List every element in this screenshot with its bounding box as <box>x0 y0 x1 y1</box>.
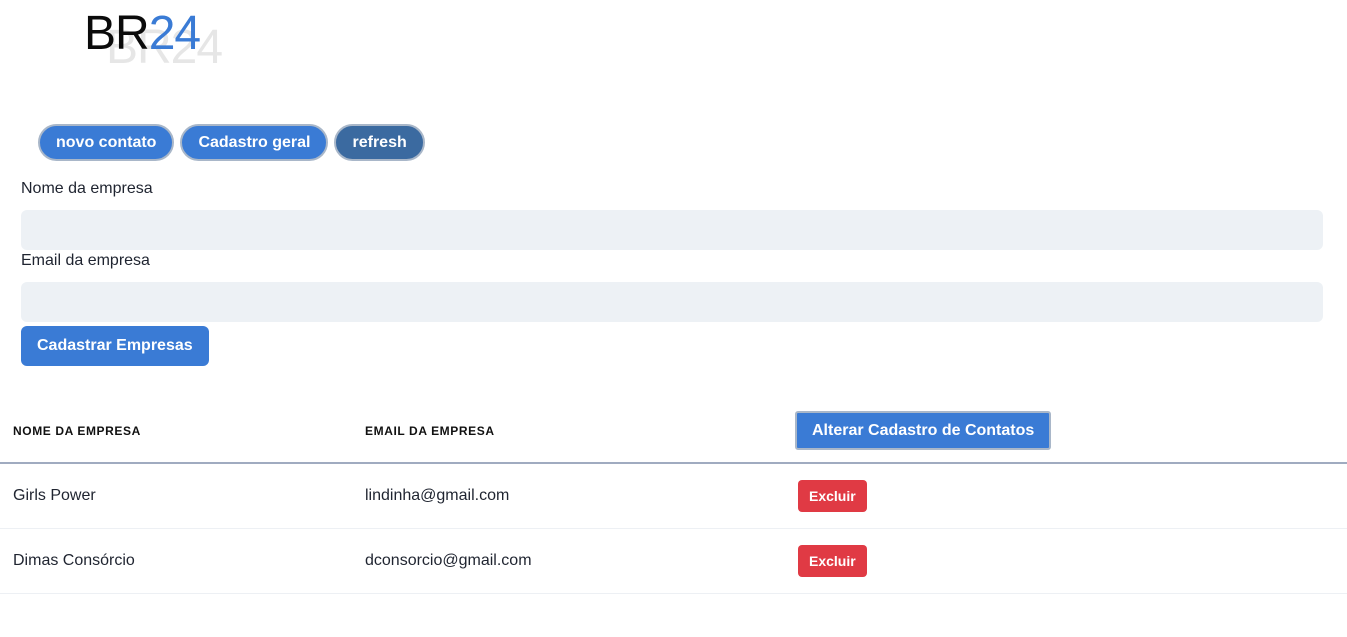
top-nav: novo contato Cadastro geral refresh <box>38 124 425 161</box>
logo-text: BR24 <box>84 7 201 60</box>
column-header-email: EMAIL DA EMPRESA <box>365 424 495 438</box>
company-name-label: Nome da empresa <box>21 180 153 197</box>
row-company-name: Girls Power <box>13 487 96 504</box>
excluir-button[interactable]: Excluir <box>798 480 867 512</box>
table-row: Dimas Consórcio dconsorcio@gmail.com Exc… <box>0 529 1347 594</box>
company-form: Nome da empresa Email da empresa Cadastr… <box>21 178 1323 366</box>
alterar-cadastro-button[interactable]: Alterar Cadastro de Contatos <box>795 411 1052 450</box>
logo-text-br: BR <box>84 7 150 60</box>
row-company-email: dconsorcio@gmail.com <box>365 552 532 569</box>
table-header: NOME DA EMPRESA EMAIL DA EMPRESA Alterar… <box>0 402 1347 464</box>
company-email-input[interactable] <box>21 282 1323 322</box>
row-company-email: lindinha@gmail.com <box>365 487 510 504</box>
company-name-input[interactable] <box>21 210 1323 250</box>
table-row: Girls Power lindinha@gmail.com Excluir <box>0 464 1347 529</box>
row-company-name: Dimas Consórcio <box>13 552 135 569</box>
companies-table: NOME DA EMPRESA EMAIL DA EMPRESA Alterar… <box>0 402 1347 594</box>
cadastrar-empresas-button[interactable]: Cadastrar Empresas <box>21 326 209 366</box>
cadastro-geral-button[interactable]: Cadastro geral <box>180 124 329 161</box>
brand-logo: BR24 BR24 <box>84 10 244 76</box>
column-header-name: NOME DA EMPRESA <box>13 424 141 438</box>
company-email-label: Email da empresa <box>21 252 150 269</box>
refresh-button[interactable]: refresh <box>334 124 425 161</box>
excluir-button[interactable]: Excluir <box>798 545 867 577</box>
logo-text-24: 24 <box>148 7 201 60</box>
novo-contato-button[interactable]: novo contato <box>38 124 175 161</box>
